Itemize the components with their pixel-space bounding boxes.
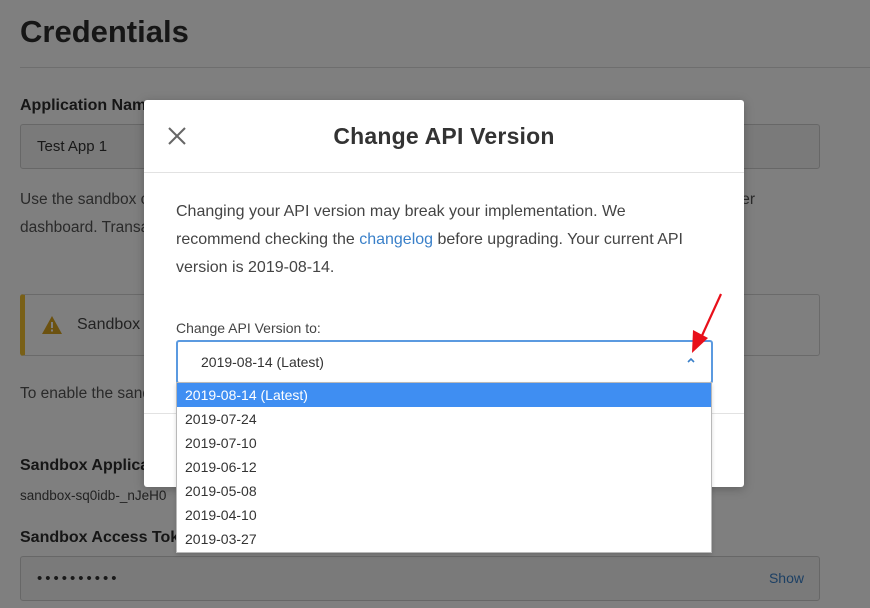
version-option[interactable]: 2019-03-27 bbox=[177, 527, 711, 551]
modal-title: Change API Version bbox=[333, 123, 555, 149]
changelog-link[interactable]: changelog bbox=[359, 231, 433, 248]
annotation-arrow-icon bbox=[692, 293, 723, 353]
version-option[interactable]: 2019-06-12 bbox=[177, 455, 711, 479]
modal-header: Change API Version bbox=[144, 100, 744, 173]
version-option[interactable]: 2019-05-08 bbox=[177, 479, 711, 503]
version-select-value: 2019-08-14 (Latest) bbox=[201, 354, 324, 370]
modal-body: Changing your API version may break your… bbox=[176, 198, 696, 282]
version-option[interactable]: 2019-08-14 (Latest) bbox=[177, 383, 711, 407]
version-dropdown-list: 2019-08-14 (Latest) 2019-07-24 2019-07-1… bbox=[176, 382, 712, 553]
version-select-label: Change API Version to: bbox=[176, 320, 321, 336]
version-option[interactable]: 2019-04-10 bbox=[177, 503, 711, 527]
version-option[interactable]: 2019-07-10 bbox=[177, 431, 711, 455]
version-select[interactable]: 2019-08-14 (Latest) bbox=[176, 340, 713, 384]
version-option[interactable]: 2019-07-24 bbox=[177, 407, 711, 431]
